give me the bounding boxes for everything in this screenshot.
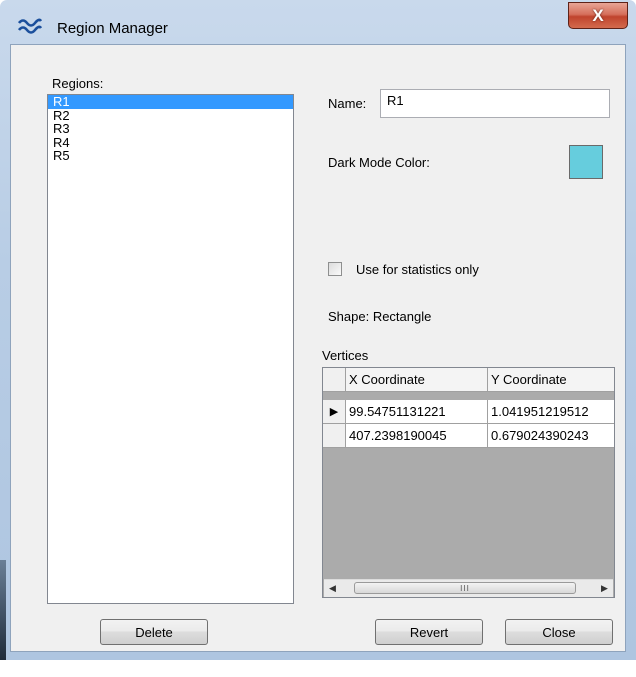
close-button[interactable]: Close bbox=[505, 619, 613, 645]
grid-header-row: X Coordinate Y Coordinate bbox=[323, 368, 614, 392]
horizontal-scrollbar[interactable]: ◀ III ▶ bbox=[324, 579, 613, 597]
stats-only-checkbox[interactable] bbox=[328, 262, 342, 276]
waves-app-icon bbox=[18, 18, 42, 34]
list-item-r3[interactable]: R3 bbox=[48, 122, 293, 136]
regions-label: Regions: bbox=[52, 76, 104, 91]
vertices-label: Vertices bbox=[322, 348, 369, 363]
table-row[interactable]: 407.2398190045 0.679024390243 bbox=[323, 424, 614, 448]
row-header[interactable] bbox=[323, 424, 346, 448]
column-header-x[interactable]: X Coordinate bbox=[346, 368, 488, 392]
column-header-y[interactable]: Y Coordinate bbox=[488, 368, 614, 392]
regions-list[interactable]: R1 R2 R3 R4 R5 bbox=[47, 94, 294, 604]
close-icon: X bbox=[592, 6, 604, 25]
name-field[interactable]: R1 bbox=[380, 89, 610, 118]
stats-only-label[interactable]: Use for statistics only bbox=[356, 262, 479, 277]
cell-y[interactable]: 1.041951219512 bbox=[488, 400, 614, 424]
list-item-r4[interactable]: R4 bbox=[48, 136, 293, 150]
vertices-grid[interactable]: X Coordinate Y Coordinate ▶ 99.547511312… bbox=[322, 367, 615, 598]
list-item-r2[interactable]: R2 bbox=[48, 109, 293, 123]
title-bar[interactable]: Region Manager X bbox=[0, 0, 636, 44]
window-title: Region Manager bbox=[57, 20, 168, 37]
cell-x[interactable]: 407.2398190045 bbox=[346, 424, 488, 448]
current-row-arrow-icon[interactable]: ▶ bbox=[323, 400, 346, 424]
delete-button[interactable]: Delete bbox=[100, 619, 208, 645]
list-item-r5[interactable]: R5 bbox=[48, 149, 293, 163]
list-item-r1[interactable]: R1 bbox=[48, 95, 293, 109]
cell-y[interactable]: 0.679024390243 bbox=[488, 424, 614, 448]
cell-x[interactable]: 99.54751131221 bbox=[346, 400, 488, 424]
shape-label: Shape: Rectangle bbox=[328, 309, 432, 324]
table-row[interactable]: ▶ 99.54751131221 1.041951219512 bbox=[323, 400, 614, 424]
dark-mode-color-label: Dark Mode Color: bbox=[328, 155, 430, 170]
scroll-thumb[interactable]: III bbox=[354, 582, 576, 594]
scroll-right-icon[interactable]: ▶ bbox=[596, 580, 613, 597]
scroll-left-icon[interactable]: ◀ bbox=[324, 580, 341, 597]
grid-corner bbox=[323, 368, 346, 392]
revert-button[interactable]: Revert bbox=[375, 619, 483, 645]
frame-edge bbox=[0, 560, 6, 660]
name-label: Name: bbox=[328, 96, 367, 111]
window-close-button[interactable]: X bbox=[568, 2, 628, 29]
dark-mode-color-swatch[interactable] bbox=[569, 145, 603, 179]
